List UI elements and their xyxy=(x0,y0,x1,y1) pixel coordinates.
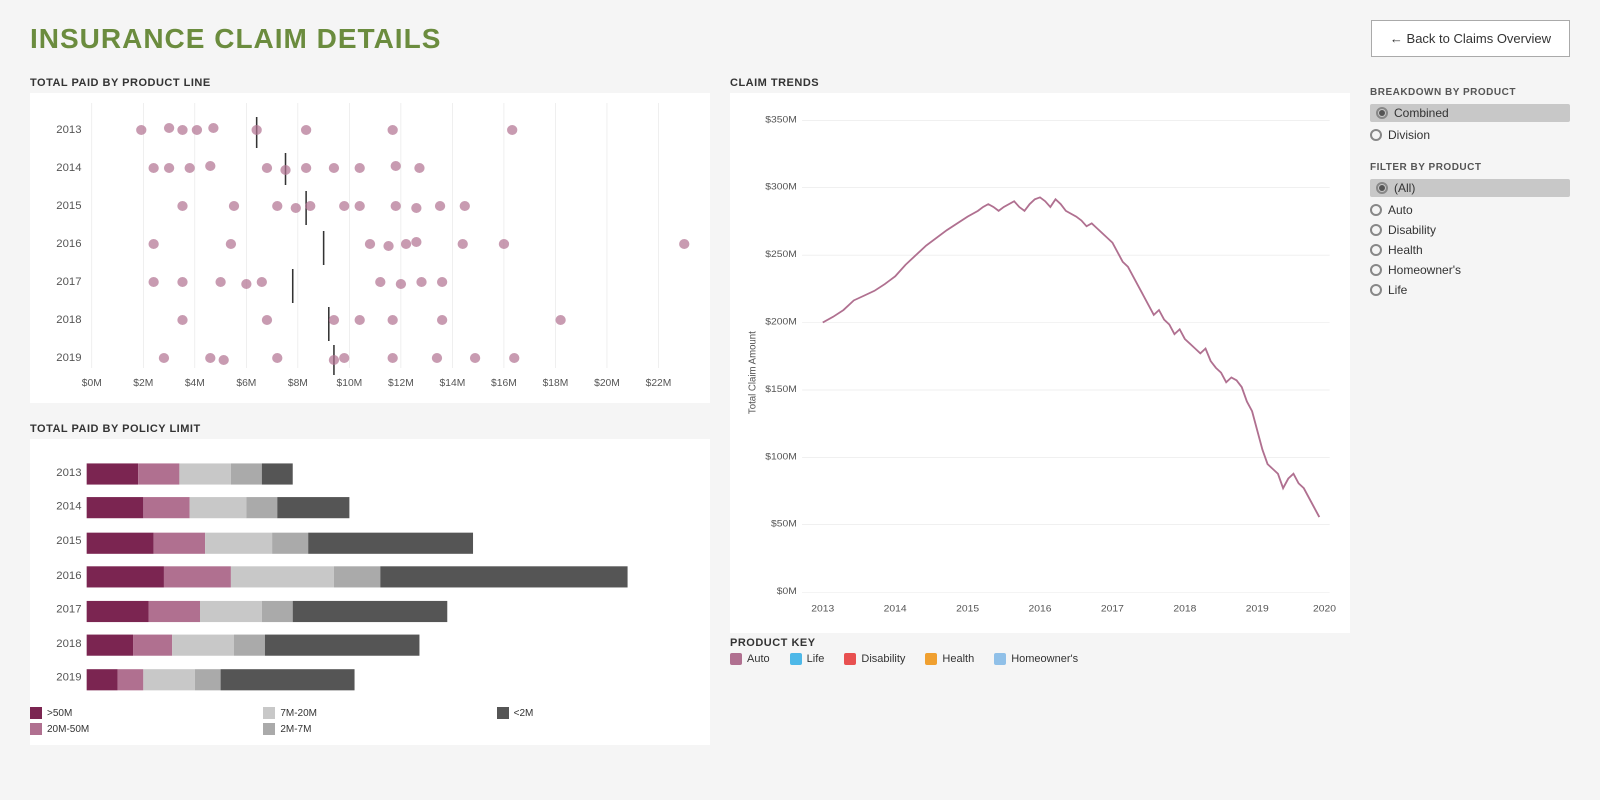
svg-text:$18M: $18M xyxy=(543,378,569,389)
svg-text:2014: 2014 xyxy=(884,604,907,615)
svg-text:$0M: $0M xyxy=(82,378,102,389)
key-disability: Disability xyxy=(861,653,905,665)
legend-label-5: <2M xyxy=(514,708,534,719)
filter-life-label: Life xyxy=(1388,283,1407,297)
policy-legend: >50M 7M-20M <2M 20M-50M xyxy=(30,707,710,735)
filter-auto-radio[interactable] xyxy=(1370,204,1382,216)
svg-text:2017: 2017 xyxy=(56,276,81,288)
filter-health-radio[interactable] xyxy=(1370,244,1382,256)
svg-text:$8M: $8M xyxy=(288,378,308,389)
svg-text:2013: 2013 xyxy=(56,467,81,479)
svg-text:$50M: $50M xyxy=(771,519,797,530)
filter-all-label: (All) xyxy=(1394,181,1415,195)
svg-text:2016: 2016 xyxy=(56,238,81,250)
breakdown-combined-radio[interactable] xyxy=(1376,107,1388,119)
svg-text:2019: 2019 xyxy=(56,672,81,684)
svg-text:2018: 2018 xyxy=(56,638,81,650)
svg-text:2016: 2016 xyxy=(1029,604,1052,615)
legend-label-2: 20M-50M xyxy=(47,724,89,735)
filter-auto-label: Auto xyxy=(1388,203,1413,217)
filter-disability-radio[interactable] xyxy=(1370,224,1382,236)
filter-auto-option[interactable]: Auto xyxy=(1370,203,1570,217)
filter-homeowners-radio[interactable] xyxy=(1370,264,1382,276)
svg-text:$16M: $16M xyxy=(491,378,517,389)
svg-text:2015: 2015 xyxy=(56,536,81,548)
svg-text:$0M: $0M xyxy=(777,586,797,597)
filter-life-radio[interactable] xyxy=(1370,284,1382,296)
controls-panel: BREAKDOWN BY PRODUCT Combined Division F… xyxy=(1370,77,1570,665)
svg-text:2015: 2015 xyxy=(956,604,979,615)
product-key: Auto Life Disability xyxy=(730,653,1350,665)
product-key-label: PRODUCT KEY xyxy=(730,637,1350,649)
svg-text:2017: 2017 xyxy=(56,604,81,616)
breakdown-combined-label: Combined xyxy=(1394,106,1449,120)
page-title: INSURANCE CLAIM DETAILS xyxy=(30,23,441,55)
filter-life-option[interactable]: Life xyxy=(1370,283,1570,297)
breakdown-division-radio[interactable] xyxy=(1370,129,1382,141)
svg-text:2020: 2020 xyxy=(1313,604,1336,615)
svg-text:2019: 2019 xyxy=(56,352,81,364)
key-auto: Auto xyxy=(747,653,770,665)
svg-text:$100M: $100M xyxy=(765,452,797,463)
bar-chart-title: TOTAL PAID BY POLICY LIMIT xyxy=(30,423,710,435)
back-to-claims-button[interactable]: ← Back to Claims Overview xyxy=(1371,20,1570,57)
svg-text:$300M: $300M xyxy=(765,182,797,193)
svg-text:2014: 2014 xyxy=(56,501,81,513)
svg-text:$10M: $10M xyxy=(337,378,363,389)
dot-chart-title: TOTAL PAID BY PRODUCT LINE xyxy=(30,77,710,89)
svg-text:2016: 2016 xyxy=(56,570,81,582)
trend-chart-title: CLAIM TRENDS xyxy=(730,77,1350,89)
filter-all-radio[interactable] xyxy=(1376,182,1388,194)
svg-text:2018: 2018 xyxy=(56,314,81,326)
filter-disability-label: Disability xyxy=(1388,223,1436,237)
svg-text:2015: 2015 xyxy=(56,200,81,212)
svg-text:$14M: $14M xyxy=(440,378,466,389)
filter-label: FILTER BY PRODUCT xyxy=(1370,162,1570,173)
svg-text:$250M: $250M xyxy=(765,249,797,260)
svg-text:$2M: $2M xyxy=(133,378,153,389)
dot-chart: 2013 2014 2015 2016 2017 2018 2019 xyxy=(30,103,710,393)
filter-health-option[interactable]: Health xyxy=(1370,243,1570,257)
legend-label-4: 2M-7M xyxy=(280,724,311,735)
svg-text:$200M: $200M xyxy=(765,317,797,328)
svg-text:2013: 2013 xyxy=(56,124,81,136)
svg-text:2019: 2019 xyxy=(1246,604,1269,615)
breakdown-division-label: Division xyxy=(1388,128,1430,142)
breakdown-label: BREAKDOWN BY PRODUCT xyxy=(1370,87,1570,98)
breakdown-combined-option[interactable]: Combined xyxy=(1370,104,1570,122)
svg-text:$20M: $20M xyxy=(594,378,620,389)
legend-label-1: >50M xyxy=(47,708,72,719)
svg-text:Total Claim Amount: Total Claim Amount xyxy=(747,331,758,414)
breakdown-division-option[interactable]: Division xyxy=(1370,128,1570,142)
key-life: Life xyxy=(807,653,825,665)
svg-text:2018: 2018 xyxy=(1173,604,1196,615)
svg-text:$22M: $22M xyxy=(646,378,672,389)
filter-all-option[interactable]: (All) xyxy=(1370,179,1570,197)
svg-text:$350M: $350M xyxy=(765,115,797,126)
legend-label-3: 7M-20M xyxy=(280,708,317,719)
svg-text:2014: 2014 xyxy=(56,162,81,174)
filter-homeowners-option[interactable]: Homeowner's xyxy=(1370,263,1570,277)
bar-chart: 2013 2014 2015 2016 2017 2018 2019 xyxy=(30,449,710,699)
svg-text:2013: 2013 xyxy=(811,604,834,615)
svg-text:$150M: $150M xyxy=(765,384,797,395)
filter-health-label: Health xyxy=(1388,243,1423,257)
filter-homeowners-label: Homeowner's xyxy=(1388,263,1461,277)
svg-text:$12M: $12M xyxy=(388,378,414,389)
svg-text:2017: 2017 xyxy=(1101,604,1124,615)
trend-chart: $350M $300M $250M $200M $150M $100M $50M… xyxy=(740,103,1340,623)
key-health: Health xyxy=(942,653,974,665)
svg-text:$6M: $6M xyxy=(236,378,256,389)
svg-text:$4M: $4M xyxy=(185,378,205,389)
filter-disability-option[interactable]: Disability xyxy=(1370,223,1570,237)
key-homeowners: Homeowner's xyxy=(1011,653,1078,665)
